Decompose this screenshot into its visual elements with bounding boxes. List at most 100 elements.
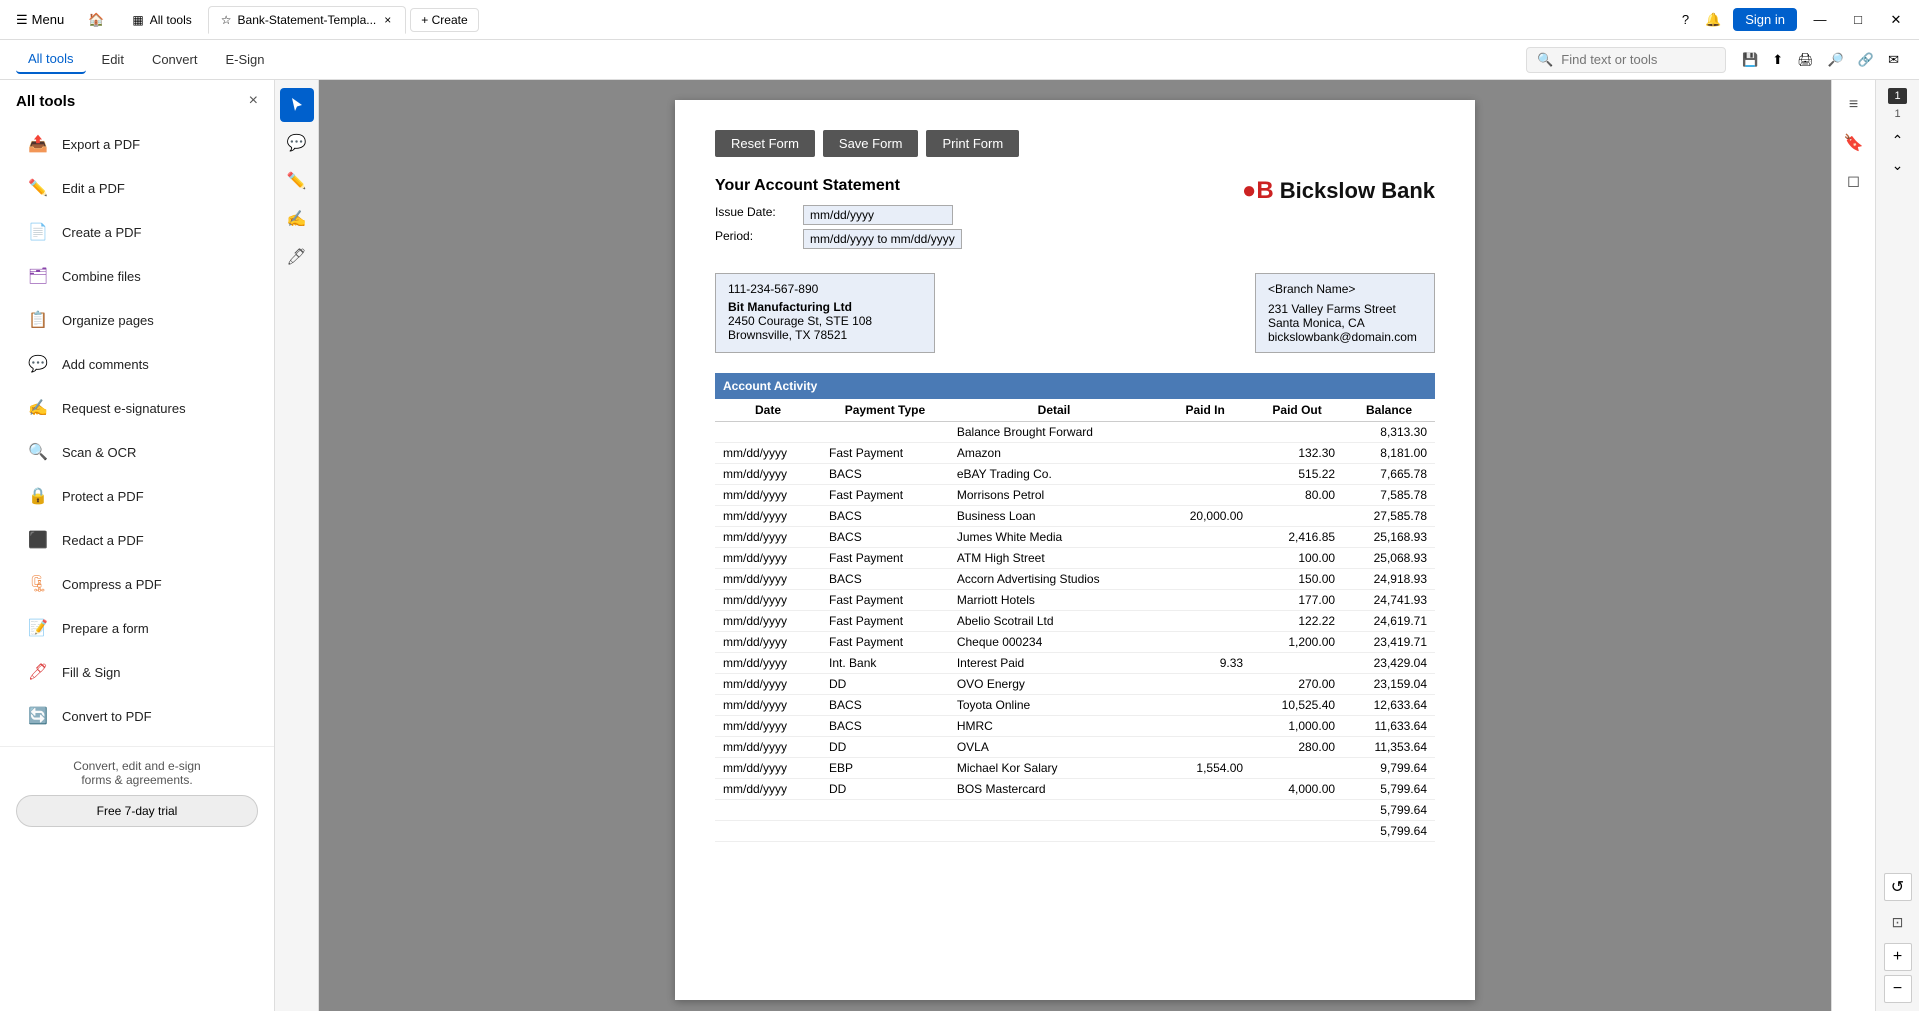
panel-toggle-button-2[interactable]: 🔖 [1837,126,1871,160]
comment-tool-button[interactable]: 💬 [280,126,314,160]
cell-paid-out [1251,821,1343,842]
cell-paid-out: 10,525.40 [1251,695,1343,716]
zoom-out-button[interactable]: − [1884,975,1912,1003]
create-button[interactable]: + Create [410,8,478,32]
sidebar-item-redact-pdf[interactable]: ⬛ Redact a PDF [8,518,266,562]
cell-type: Fast Payment [821,611,949,632]
link-icon[interactable]: 🔗 [1854,48,1878,72]
sidebar-item-edit-pdf[interactable]: ✏️ Edit a PDF [8,166,266,210]
sidebar-item-export-pdf[interactable]: 📤 Export a PDF [8,122,266,166]
cell-paid-in: 1,554.00 [1159,758,1251,779]
trial-button[interactable]: Free 7-day trial [16,795,258,827]
menu-button[interactable]: ☰ Menu [8,8,72,32]
sidebar-item-prepare-form[interactable]: 📝 Prepare a form [8,606,266,650]
sidebar-item-fill-sign-label: Fill & Sign [62,665,121,680]
search-input[interactable] [1561,52,1701,67]
cell-balance: 11,633.64 [1343,716,1435,737]
sidebar-item-convert-pdf[interactable]: 🔄 Convert to PDF [8,694,266,738]
cell-balance: 24,741.93 [1343,590,1435,611]
cell-balance: 5,799.64 [1343,800,1435,821]
organize-pages-icon: 📋 [24,306,52,334]
cell-date [715,821,821,842]
sidebar-item-organize-pages[interactable]: 📋 Organize pages [8,298,266,342]
help-icon[interactable]: ? [1678,8,1693,31]
search-box[interactable]: 🔍 [1526,47,1726,73]
cell-detail: Marriott Hotels [949,590,1159,611]
upload-icon[interactable]: ⬆ [1768,48,1787,72]
issue-date-value[interactable]: mm/dd/yyyy [803,205,953,225]
sidebar-item-fill-sign[interactable]: 🖊 Fill & Sign [8,650,266,694]
cell-paid-out: 100.00 [1251,548,1343,569]
pen-tool-button[interactable]: ✏️ [280,164,314,198]
comment-icon: 💬 [287,133,307,153]
cell-balance: 7,665.78 [1343,464,1435,485]
save-form-button[interactable]: Save Form [823,130,919,157]
table-row: Balance Brought Forward 8,313.30 [715,422,1435,443]
maximize-button[interactable]: □ [1843,5,1873,35]
sign-tool-button[interactable]: ✍️ [280,202,314,236]
toolbar-edit[interactable]: Edit [90,46,136,73]
stamp-tool-button[interactable]: 🖊 [280,240,314,274]
cell-date: mm/dd/yyyy [715,527,821,548]
close-window-button[interactable]: ✕ [1881,5,1911,35]
toolbar-esign[interactable]: E-Sign [213,46,276,73]
titlebar-action-icons: ? 🔔 Sign in — □ ✕ [1678,5,1911,35]
cell-detail: Accorn Advertising Studios [949,569,1159,590]
sidebar-item-protect-pdf[interactable]: 🔒 Protect a PDF [8,474,266,518]
cell-date: mm/dd/yyyy [715,485,821,506]
table-body: Balance Brought Forward 8,313.30 mm/dd/y… [715,422,1435,842]
sidebar: All tools × 📤 Export a PDF ✏️ Edit a PDF… [0,80,275,1011]
reset-form-button[interactable]: Reset Form [715,130,815,157]
sidebar-item-compress-pdf[interactable]: 🗜 Compress a PDF [8,562,266,606]
cell-detail: Jumes White Media [949,527,1159,548]
period-value[interactable]: mm/dd/yyyy to mm/dd/yyyy [803,229,962,249]
sidebar-item-combine-files[interactable]: 🗂 Combine files [8,254,266,298]
print-icon[interactable]: 🖨 [1793,48,1818,72]
convert-pdf-icon: 🔄 [24,702,52,730]
sidebar-item-request-esig[interactable]: ✍️ Request e-signatures [8,386,266,430]
sign-in-button[interactable]: Sign in [1733,8,1797,31]
sidebar-item-export-pdf-label: Export a PDF [62,137,140,152]
minimize-button[interactable]: — [1805,5,1835,35]
toolbar-all-tools[interactable]: All tools [16,45,86,74]
star-icon: ☆ [221,13,232,27]
cell-paid-in [1159,821,1251,842]
cell-type: BACS [821,506,949,527]
zoom-controls: ↺ ⊡ + − [1881,873,1915,1003]
sidebar-close-button[interactable]: × [249,92,258,110]
toolbar-convert[interactable]: Convert [140,46,210,73]
sidebar-item-create-pdf[interactable]: 📄 Create a PDF [8,210,266,254]
scroll-up-button[interactable]: ⌃ [1888,128,1908,153]
sidebar-item-prepare-form-label: Prepare a form [62,621,149,636]
bell-icon[interactable]: 🔔 [1701,8,1725,32]
rotate-button[interactable]: ↺ [1884,873,1912,901]
save-icon[interactable]: 💾 [1738,48,1762,72]
cell-type: DD [821,779,949,800]
sidebar-item-redact-pdf-label: Redact a PDF [62,533,144,548]
zoom-panel-button[interactable]: ⊡ [1881,905,1915,939]
share-icon[interactable]: ✉ [1884,48,1903,72]
cell-balance: 7,585.78 [1343,485,1435,506]
table-row: mm/dd/yyyy EBP Michael Kor Salary 1,554.… [715,758,1435,779]
home-button[interactable]: 🏠 [80,8,112,32]
col-detail: Detail [949,399,1159,422]
active-tab[interactable]: ☆ Bank-Statement-Templa... × [208,6,407,34]
zoom-in-button[interactable]: + [1884,943,1912,971]
select-tool-button[interactable] [280,88,314,122]
search-enhance-icon[interactable]: 🔎 [1824,48,1848,72]
sidebar-item-convert-pdf-label: Convert to PDF [62,709,152,724]
cell-date: mm/dd/yyyy [715,611,821,632]
tab-close-button[interactable]: × [382,11,393,29]
sidebar-item-scan-ocr[interactable]: 🔍 Scan & OCR [8,430,266,474]
sidebar-item-add-comments[interactable]: 💬 Add comments [8,342,266,386]
form-buttons: Reset Form Save Form Print Form [715,130,1435,157]
panel-toggle-button-3[interactable]: ◻ [1837,164,1871,198]
all-tools-tab[interactable]: ▦ All tools [120,9,203,31]
print-form-button[interactable]: Print Form [926,130,1019,157]
protect-pdf-icon: 🔒 [24,482,52,510]
scroll-down-button[interactable]: ⌄ [1888,153,1908,178]
cell-type: Fast Payment [821,443,949,464]
pdf-page: Reset Form Save Form Print Form Your Acc… [675,100,1475,1000]
panel-toggle-button-1[interactable]: ≡ [1837,88,1871,122]
cell-paid-in [1159,737,1251,758]
